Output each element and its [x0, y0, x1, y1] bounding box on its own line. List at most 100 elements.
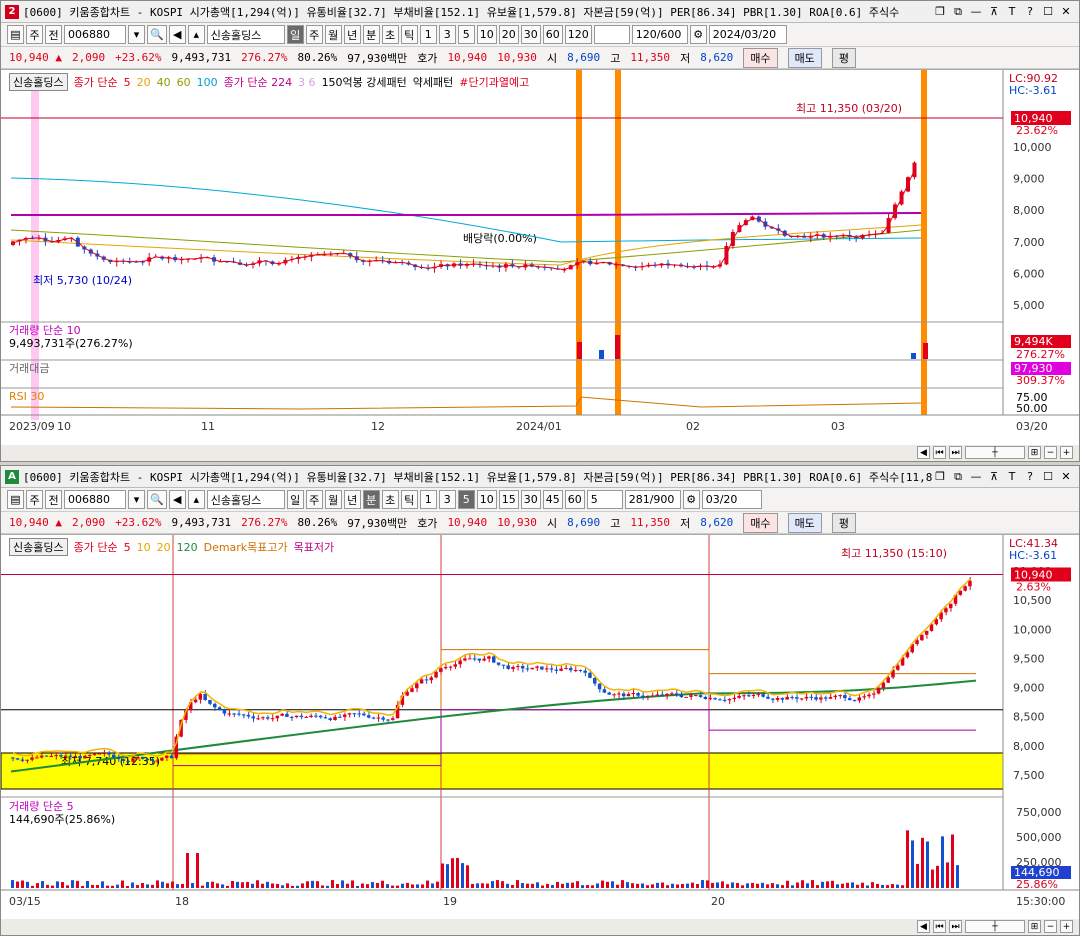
prev-button[interactable]: 전 [45, 490, 62, 509]
period-minute[interactable]: 분 [362, 25, 380, 44]
custom-interval-input[interactable] [593, 25, 630, 44]
minute-chart-area[interactable]: 11,00010,50010,0009,5009,0008,5008,0007,… [1, 534, 1079, 919]
daily-chart-area[interactable]: 10,000 9,000 8,000 7,000 6,000 5,000 최고 11,350… [1, 69, 1079, 445]
sell-button[interactable]: 매도 [787, 512, 822, 533]
dropdown-icon[interactable]: ▾ [128, 490, 145, 509]
legend-ma-label[interactable]: 종가 단순 [74, 539, 118, 555]
close-icon[interactable]: ✕ [1059, 470, 1073, 484]
pin-icon[interactable]: ⊼ [987, 5, 1001, 19]
period-second[interactable]: 초 [381, 25, 399, 44]
stock-code-input[interactable]: 006880 [64, 25, 126, 44]
minimize-icon[interactable]: — [969, 5, 983, 19]
buy-button[interactable]: 매수 [743, 512, 778, 533]
restore-icon[interactable]: ❐ [933, 470, 947, 484]
interval-60[interactable]: 60 [542, 25, 563, 44]
legend-stock-name[interactable]: 신송홀딩스 [9, 538, 68, 556]
legend-ma-label[interactable]: 종가 단순 [74, 74, 118, 90]
date-input[interactable]: 2024/03/20 [708, 25, 787, 44]
menu-icon[interactable]: ▤ [7, 490, 24, 509]
period-month[interactable]: 월 [324, 25, 342, 44]
pin-stock-icon[interactable]: ▴ [187, 490, 205, 509]
prev-button[interactable]: 전 [45, 25, 62, 44]
minimize-icon[interactable]: — [969, 470, 983, 484]
legend-pattern-bull[interactable]: 150억봉 강세패턴 [322, 74, 407, 90]
zoom-out-icon[interactable]: − [1044, 446, 1057, 459]
font-icon[interactable]: T [1005, 5, 1019, 19]
eval-button[interactable]: 평 [831, 512, 856, 533]
minute-chart-svg[interactable]: 11,00010,50010,0009,5009,0008,5008,0007,… [1, 535, 1079, 919]
sound-icon[interactable]: ◀ [168, 25, 186, 44]
pin-icon[interactable]: ⊼ [987, 470, 1001, 484]
period-month[interactable]: 월 [324, 490, 342, 509]
sound-icon[interactable]: ◀ [168, 490, 186, 509]
interval-3[interactable]: 3 [438, 490, 456, 509]
grid-icon[interactable]: ⊞ [1028, 446, 1041, 459]
eval-button[interactable]: 평 [831, 47, 856, 68]
search-icon[interactable]: 🔍 [147, 25, 167, 44]
stock-name-field[interactable]: 신송홀딩스 [206, 25, 285, 44]
close-icon[interactable]: ✕ [1059, 5, 1073, 19]
scroll-end-icon[interactable]: ⏭ [949, 920, 962, 933]
period-year[interactable]: 년 [343, 490, 361, 509]
scroll-start-icon[interactable]: ⏮ [933, 920, 946, 933]
buy-button[interactable]: 매수 [743, 47, 778, 68]
stock-code-input[interactable]: 006880 [64, 490, 126, 509]
zoom-slider[interactable]: ┼ [965, 920, 1025, 933]
legend-ma2-label[interactable]: 종가 단순 224 [224, 74, 292, 90]
period-week[interactable]: 주 [305, 490, 323, 509]
dropdown-icon[interactable]: ▾ [128, 25, 145, 44]
interval-45[interactable]: 45 [542, 490, 563, 509]
link-icon[interactable]: ⧉ [951, 470, 965, 484]
interval-15[interactable]: 15 [498, 490, 519, 509]
period-minute[interactable]: 분 [362, 490, 380, 509]
help-icon[interactable]: ? [1023, 470, 1037, 484]
period-week[interactable]: 주 [305, 25, 323, 44]
period-tick[interactable]: 틱 [400, 25, 418, 44]
interval-120[interactable]: 120 [564, 25, 592, 44]
maximize-icon[interactable]: ☐ [1041, 470, 1055, 484]
period-day[interactable]: 일 [286, 25, 304, 44]
legend-demark-high[interactable]: Demark목표고가 [204, 539, 288, 555]
title-bar[interactable]: A [0600] 키움종합차트 - KOSPI 시가총액[1,294(억)] 유… [1, 466, 1079, 488]
interval-5[interactable]: 5 [457, 25, 475, 44]
search-icon[interactable]: 🔍 [147, 490, 167, 509]
scroll-start-icon[interactable]: ⏮ [933, 446, 946, 459]
scroll-left-icon[interactable]: ◀ [917, 920, 930, 933]
scroll-end-icon[interactable]: ⏭ [949, 446, 962, 459]
period-year[interactable]: 년 [343, 25, 361, 44]
legend-stock-name[interactable]: 신송홀딩스 [9, 73, 68, 91]
interval-1[interactable]: 1 [419, 490, 437, 509]
zoom-slider[interactable]: ┼ [965, 446, 1025, 459]
interval-60[interactable]: 60 [564, 490, 585, 509]
interval-3[interactable]: 3 [438, 25, 456, 44]
legend-alert[interactable]: #단기과열예고 [459, 74, 529, 90]
custom-interval-input[interactable]: 5 [586, 490, 623, 509]
data-count-input[interactable]: 120/600 [631, 25, 688, 44]
font-icon[interactable]: T [1005, 470, 1019, 484]
menu-icon[interactable]: ▤ [7, 25, 24, 44]
interval-1[interactable]: 1 [419, 25, 437, 44]
date-input[interactable]: 03/20 [701, 490, 762, 509]
pin-stock-icon[interactable]: ▴ [187, 25, 205, 44]
settings-icon[interactable]: ⚙ [689, 25, 707, 44]
zoom-in-icon[interactable]: + [1060, 920, 1073, 933]
mode-select[interactable]: 주 [26, 25, 43, 44]
daily-chart-svg[interactable]: 10,000 9,000 8,000 7,000 6,000 5,000 최고 11,350… [1, 70, 1079, 445]
interval-10[interactable]: 10 [476, 25, 497, 44]
chart-scrollbar[interactable]: ◀ ⏮ ⏭ ┼ ⊞ − + [1, 918, 1079, 934]
maximize-icon[interactable]: ☐ [1041, 5, 1055, 19]
legend-demark-low[interactable]: 목표저가 [294, 539, 334, 555]
period-day[interactable]: 일 [286, 490, 304, 509]
grid-icon[interactable]: ⊞ [1028, 920, 1041, 933]
link-icon[interactable]: ⧉ [951, 5, 965, 19]
zoom-in-icon[interactable]: + [1060, 446, 1073, 459]
restore-icon[interactable]: ❐ [933, 5, 947, 19]
stock-name-field[interactable]: 신송홀딩스 [206, 490, 285, 509]
interval-5[interactable]: 5 [457, 490, 475, 509]
interval-30[interactable]: 30 [520, 25, 541, 44]
legend-pattern-bear[interactable]: 약세패턴 [413, 74, 453, 90]
settings-icon[interactable]: ⚙ [682, 490, 700, 509]
interval-10[interactable]: 10 [476, 490, 497, 509]
help-icon[interactable]: ? [1023, 5, 1037, 19]
interval-20[interactable]: 20 [498, 25, 519, 44]
